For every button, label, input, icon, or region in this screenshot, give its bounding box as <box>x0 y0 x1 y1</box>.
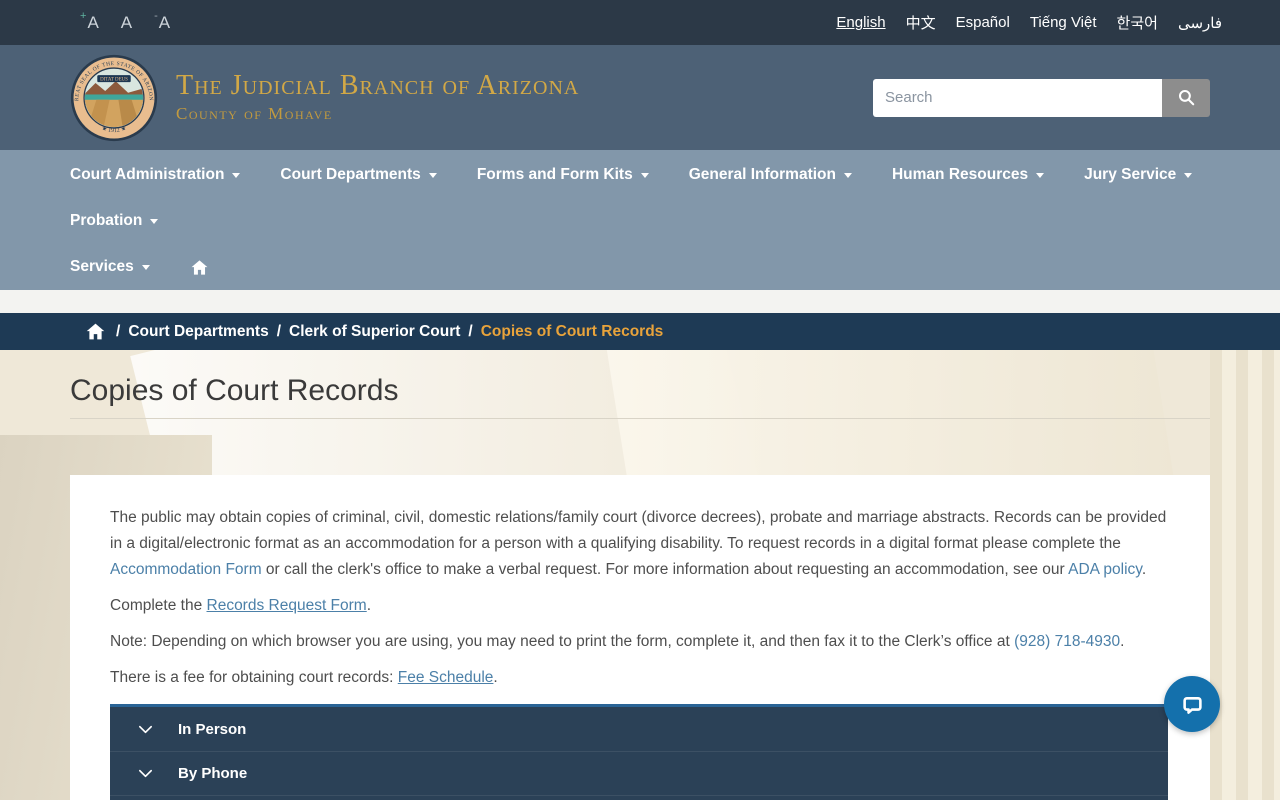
paragraph-text: Note: Depending on which browser you are… <box>110 633 1015 650</box>
nav-item-probation[interactable]: Probation <box>70 198 159 244</box>
chevron-down-icon <box>640 172 649 178</box>
chevron-down-icon <box>1036 172 1045 178</box>
live-chat-button[interactable] <box>1164 676 1220 732</box>
arizona-state-seal: DITAT DEUS GREAT SEAL OF THE STATE OF AR… <box>70 54 158 141</box>
paragraph-text: . <box>1120 633 1125 650</box>
content-area: Copies of Court Records The public may o… <box>0 350 1280 800</box>
language-link-vietnamese[interactable]: Tiếng Việt <box>1030 14 1097 31</box>
language-link-english[interactable]: English <box>836 14 885 31</box>
fax-note-paragraph: Note: Depending on which browser you are… <box>110 629 1170 655</box>
search-icon <box>1178 89 1194 106</box>
font-size-controls: + A A -A <box>80 10 171 32</box>
paragraph-text: The public may obtain copies of criminal… <box>110 509 1167 552</box>
nav-label: Services <box>70 258 134 275</box>
accordion-item-label: In Person <box>178 720 247 738</box>
nav-item-general-information[interactable]: General Information <box>689 152 852 198</box>
breadcrumb-current-page: Copies of Court Records <box>480 322 664 340</box>
nav-label: Forms and Form Kits <box>476 166 633 183</box>
breadcrumb-link-court-departments[interactable]: Court Departments <box>128 323 268 341</box>
page-title: Copies of Court Records <box>70 374 399 407</box>
records-options-accordion: In Person By Phone By Fax <box>110 704 1168 800</box>
divider-strip <box>0 290 1280 313</box>
background-photo <box>1210 350 1280 800</box>
chevron-down-icon <box>843 172 852 178</box>
search-input[interactable] <box>873 78 1162 117</box>
site-title: The Judicial Branch of Arizona <box>176 69 580 101</box>
site-title-block: The Judicial Branch of Arizona County of… <box>176 69 580 125</box>
paragraph-text: . <box>493 669 498 686</box>
site-subtitle: County of Mohave <box>176 104 333 124</box>
main-navigation: Court Administration Court Departments F… <box>0 150 1280 290</box>
seal-motto-text: DITAT DEUS <box>100 77 128 82</box>
fee-schedule-link[interactable]: Fee Schedule <box>398 669 494 686</box>
chevron-down-icon <box>232 172 241 178</box>
font-normal-button[interactable]: A <box>121 14 132 31</box>
chevron-down-icon <box>138 725 153 733</box>
site-header: DITAT DEUS GREAT SEAL OF THE STATE OF AR… <box>0 45 1280 150</box>
search-button[interactable] <box>1162 78 1210 117</box>
paragraph-text: . <box>1141 561 1147 578</box>
nav-item-court-departments[interactable]: Court Departments <box>280 152 437 198</box>
nav-item-jury-service[interactable]: Jury Service <box>1084 152 1193 198</box>
paragraph-text: There is a fee for obtaining court recor… <box>110 669 398 686</box>
font-increase-label: A <box>87 13 99 32</box>
chevron-down-icon <box>150 218 159 224</box>
nav-home-link[interactable] <box>190 244 209 290</box>
font-decrease-button[interactable]: -A <box>154 10 171 32</box>
chat-bubble-icon <box>1182 696 1202 714</box>
nav-label: General Information <box>688 166 836 183</box>
records-request-paragraph: Complete the Records Request Form. <box>110 593 1170 619</box>
ada-policy-link[interactable]: ADA policy <box>1068 561 1142 578</box>
nav-label: Human Resources <box>891 166 1029 183</box>
paragraph-text: Complete the <box>110 597 207 614</box>
chevron-down-icon <box>141 264 150 270</box>
intro-paragraph: The public may obtain copies of criminal… <box>110 505 1170 583</box>
nav-item-services[interactable]: Services <box>70 244 150 290</box>
site-search <box>873 78 1210 117</box>
language-link-chinese[interactable]: 中文 <box>906 12 936 33</box>
breadcrumb-link-clerk-of-superior-court[interactable]: Clerk of Superior Court <box>289 323 460 341</box>
nav-label: Court Administration <box>70 166 225 183</box>
accordion-item-in-person[interactable]: In Person <box>110 707 1168 751</box>
chevron-down-icon <box>428 172 437 178</box>
breadcrumb: / Court Departments / Clerk of Superior … <box>0 313 1280 350</box>
font-decrease-label: A <box>158 13 171 32</box>
accessibility-bar: + A A -A English 中文 Español Tiếng Việt 한국… <box>0 0 1280 45</box>
paragraph-text: . <box>366 597 372 614</box>
home-icon <box>191 259 208 275</box>
nav-label: Probation <box>70 212 143 229</box>
font-normal-label: A <box>120 13 133 32</box>
font-increase-button[interactable]: + A <box>80 10 99 32</box>
accordion-item-label: By Phone <box>178 765 248 782</box>
language-switcher: English 中文 Español Tiếng Việt 한국어 فارسی <box>836 12 1222 33</box>
records-request-form-link[interactable]: Records Request Form <box>207 597 367 614</box>
accordion-item-by-fax[interactable]: By Fax <box>110 795 1168 800</box>
nav-item-human-resources[interactable]: Human Resources <box>891 152 1045 198</box>
nav-label: Court Departments <box>280 166 421 183</box>
breadcrumb-home-link[interactable] <box>85 321 106 342</box>
minus-icon: - <box>154 10 158 22</box>
language-link-spanish[interactable]: Español <box>956 14 1010 31</box>
fee-paragraph: There is a fee for obtaining court recor… <box>110 665 1170 691</box>
title-divider <box>70 418 1210 419</box>
nav-item-court-administration[interactable]: Court Administration <box>70 152 241 198</box>
clerk-fax-phone-link[interactable]: (928) 718-4930 <box>1014 633 1120 650</box>
language-link-korean[interactable]: 한국어 <box>1117 12 1158 33</box>
nav-label: Jury Service <box>1084 166 1177 183</box>
breadcrumb-separator: / <box>116 322 121 340</box>
breadcrumb-separator: / <box>276 322 282 340</box>
main-content-card: The public may obtain copies of criminal… <box>70 475 1210 800</box>
accommodation-form-link[interactable]: Accommodation Form <box>110 561 262 578</box>
home-icon <box>86 323 105 340</box>
chevron-down-icon <box>138 769 153 778</box>
accordion-item-by-phone[interactable]: By Phone <box>110 751 1168 795</box>
nav-item-forms-and-form-kits[interactable]: Forms and Form Kits <box>477 152 649 198</box>
breadcrumb-separator: / <box>468 322 473 340</box>
plus-icon: + <box>80 10 87 22</box>
chevron-down-icon <box>1184 172 1193 178</box>
paragraph-text: or call the clerk's office to make a ver… <box>261 561 1069 578</box>
language-link-farsi[interactable]: فارسی <box>1178 14 1222 32</box>
